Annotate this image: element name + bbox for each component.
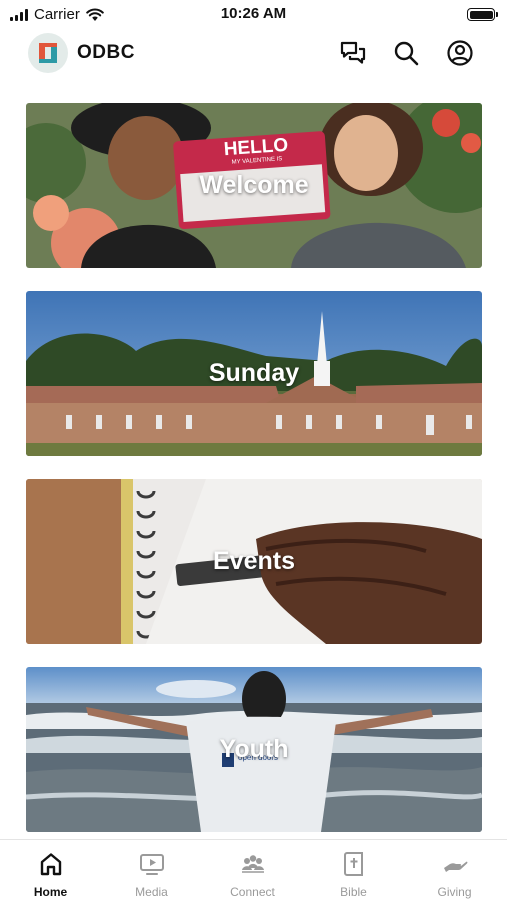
account-icon[interactable]: [445, 38, 475, 68]
giving-icon: [444, 861, 468, 872]
tab-bible-label: Bible: [340, 885, 367, 899]
sunday-card-label: Sunday: [208, 359, 300, 387]
home-icon: [40, 853, 62, 876]
events-card[interactable]: Events: [26, 479, 482, 644]
tab-media-label: Media: [135, 885, 168, 899]
tab-connect-label: Connect: [230, 885, 275, 899]
events-card-label: Events: [213, 547, 295, 575]
welcome-card-label: Welcome: [199, 171, 309, 199]
youth-card[interactable]: open doors Youth: [26, 667, 482, 832]
bottom-tab-bar: Home Media Connect Bible Giving: [0, 839, 507, 900]
app-header: ODBC: [0, 30, 507, 76]
sunday-card[interactable]: Sunday: [26, 291, 482, 456]
tab-connect[interactable]: Connect: [202, 840, 303, 900]
status-time: 10:26 AM: [220, 5, 287, 22]
tab-media[interactable]: Media: [101, 840, 202, 900]
welcome-card[interactable]: HELLO MY VALENTINE IS Welcome: [26, 103, 482, 268]
bible-icon: [344, 852, 363, 876]
media-icon: [140, 854, 164, 875]
youth-card-label: Youth: [219, 735, 289, 763]
connect-icon: [242, 855, 264, 873]
tab-giving-label: Giving: [437, 885, 472, 899]
tab-bible[interactable]: Bible: [303, 840, 404, 900]
search-icon[interactable]: [391, 38, 421, 68]
app-title: ODBC: [77, 42, 135, 63]
church-logo[interactable]: [28, 33, 68, 73]
battery-icon: [467, 8, 498, 21]
chat-icon[interactable]: [338, 38, 368, 68]
tab-giving[interactable]: Giving: [404, 840, 505, 900]
tab-home[interactable]: Home: [0, 840, 101, 900]
tab-home-label: Home: [33, 885, 68, 899]
status-bar: Carrier 10:26 AM: [0, 0, 507, 28]
